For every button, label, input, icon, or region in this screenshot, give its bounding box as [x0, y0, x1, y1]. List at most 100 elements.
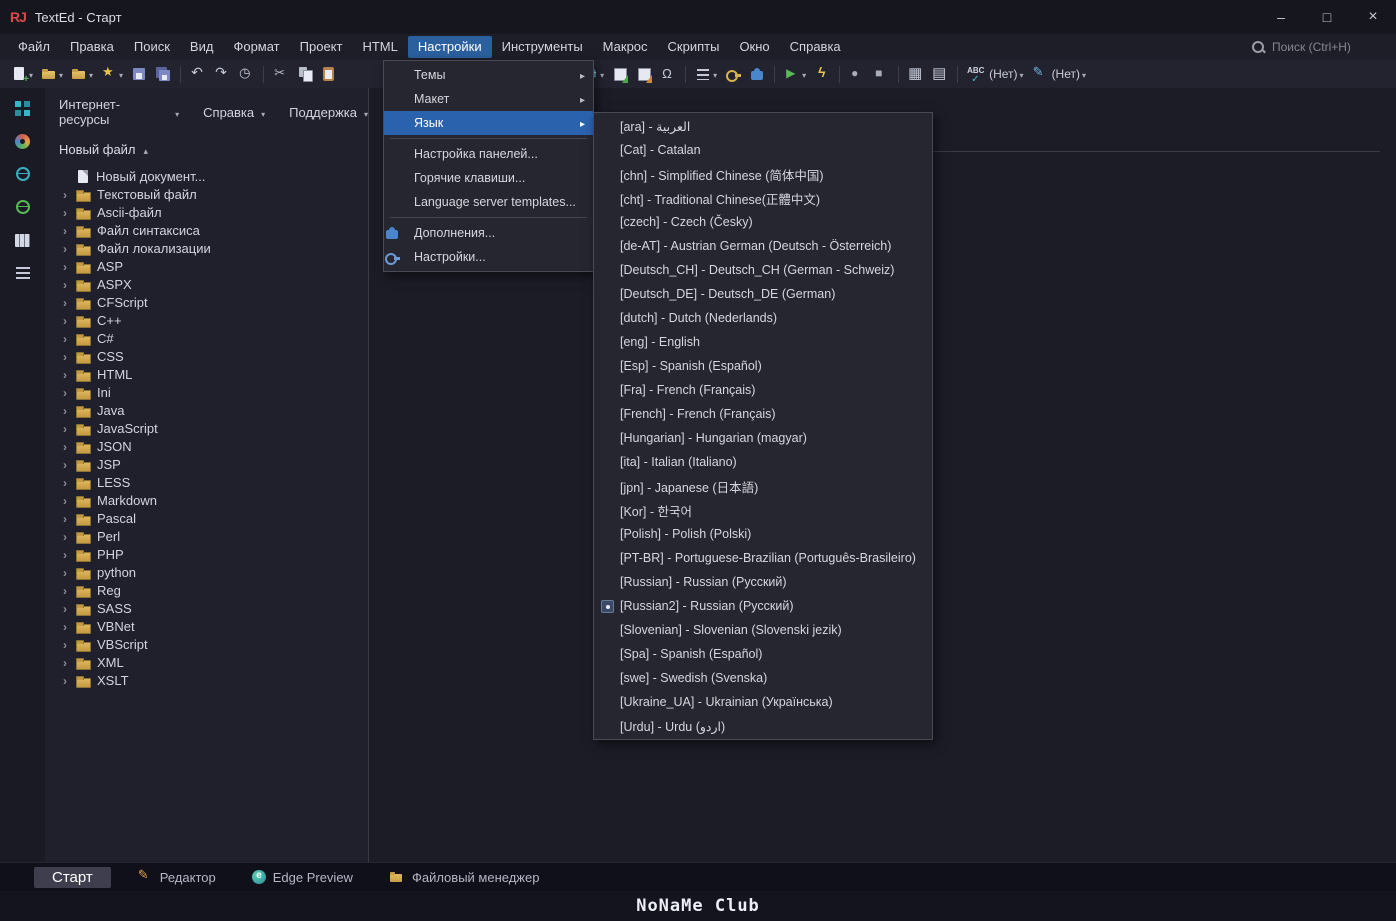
bottom-tab-editor[interactable]: Редактор	[127, 866, 226, 888]
tree-item[interactable]: python	[45, 563, 368, 581]
expand-chevron-icon[interactable]	[59, 439, 71, 454]
tree-item[interactable]: VBNet	[45, 617, 368, 635]
language-item[interactable]: [Hungarian] - Hungarian (magyar)	[594, 426, 932, 450]
redo-button[interactable]	[211, 62, 233, 86]
language-item[interactable]: [Fra] - French (Français)	[594, 378, 932, 402]
expand-chevron-icon[interactable]	[59, 205, 71, 220]
expand-chevron-icon[interactable]	[59, 601, 71, 616]
language-item[interactable]: [PT-BR] - Portuguese-Brazilian (Portuguê…	[594, 546, 932, 570]
language-item[interactable]: [Spa] - Spanish (Español)	[594, 642, 932, 666]
language-item[interactable]: [dutch] - Dutch (Nederlands)	[594, 306, 932, 330]
expand-chevron-icon[interactable]	[59, 421, 71, 436]
panel-tab-internet-resources[interactable]: Интернет-ресурсы	[59, 97, 179, 127]
expand-chevron-icon[interactable]	[59, 385, 71, 400]
expand-chevron-icon[interactable]	[59, 331, 71, 346]
history-button[interactable]	[235, 62, 257, 86]
menu-html[interactable]: HTML	[352, 36, 407, 58]
expand-chevron-icon[interactable]	[59, 529, 71, 544]
tree-item[interactable]: LESS	[45, 473, 368, 491]
tree-item[interactable]: VBScript	[45, 635, 368, 653]
paste-button[interactable]	[318, 62, 340, 86]
expand-chevron-icon[interactable]	[59, 511, 71, 526]
language-item[interactable]: [Slovenian] - Slovenian (Slovenski jezik…	[594, 618, 932, 642]
highlight-style-caret-icon[interactable]	[1082, 65, 1086, 83]
tree-item[interactable]: PHP	[45, 545, 368, 563]
language-item[interactable]: [czech] - Czech (Česky)	[594, 210, 932, 234]
language-item[interactable]: [Polish] - Polish (Polski)	[594, 522, 932, 546]
new-file-section-header[interactable]: Новый файл	[45, 134, 368, 164]
menu-format[interactable]: Формат	[223, 36, 289, 58]
layout-columns-button[interactable]	[7, 228, 39, 252]
settings-menu-item-language[interactable]: Язык	[384, 111, 593, 135]
save-all-button[interactable]	[152, 62, 174, 86]
special-chars-button[interactable]	[657, 62, 679, 86]
text-format-caret-icon[interactable]	[713, 65, 717, 83]
language-item[interactable]: [swe] - Swedish (Svenska)	[594, 666, 932, 690]
expand-chevron-icon[interactable]	[59, 457, 71, 472]
web-resources-button[interactable]	[7, 162, 39, 186]
tree-item[interactable]: ASPX	[45, 275, 368, 293]
expand-chevron-icon[interactable]	[59, 493, 71, 508]
table-tools-button[interactable]	[929, 62, 951, 86]
undo-button[interactable]	[187, 62, 209, 86]
language-item[interactable]: [Kor] - 한국어	[594, 498, 932, 522]
expand-chevron-icon[interactable]	[59, 403, 71, 418]
new-file-caret-icon[interactable]	[29, 65, 33, 83]
tree-item[interactable]: C#	[45, 329, 368, 347]
expand-chevron-icon[interactable]	[59, 295, 71, 310]
export-page-button[interactable]	[609, 62, 631, 86]
expand-chevron-icon[interactable]	[59, 565, 71, 580]
tree-item[interactable]: JavaScript	[45, 419, 368, 437]
tree-item[interactable]: Markdown	[45, 491, 368, 509]
tree-item[interactable]: Ascii-файл	[45, 203, 368, 221]
menu-edit[interactable]: Правка	[60, 36, 124, 58]
language-item[interactable]: [Russian] - Russian (Русский)	[594, 570, 932, 594]
bottom-tab-start[interactable]: Старт	[34, 866, 111, 888]
language-item[interactable]: [Deutsch_DE] - Deutsch_DE (German)	[594, 282, 932, 306]
expand-chevron-icon[interactable]	[59, 187, 71, 202]
settings-menu-item-panels[interactable]: Настройка панелей...	[384, 142, 593, 166]
language-item[interactable]: [de-AT] - Austrian German (Deutsch - Öst…	[594, 234, 932, 258]
highlight-style-button[interactable]: (Нет)	[1029, 62, 1089, 86]
language-item[interactable]: [French] - French (Français)	[594, 402, 932, 426]
notes-list-button[interactable]	[7, 261, 39, 285]
expand-chevron-icon[interactable]	[59, 241, 71, 256]
expand-chevron-icon[interactable]	[59, 367, 71, 382]
save-button[interactable]	[128, 62, 150, 86]
new-file-button[interactable]	[8, 62, 36, 86]
language-item[interactable]: [Ukraine_UA] - Ukrainian (Українська)	[594, 690, 932, 714]
language-item[interactable]: [cht] - Traditional Chinese(正體中文)	[594, 186, 932, 210]
import-page-button[interactable]	[633, 62, 655, 86]
settings-menu-item-lang-server[interactable]: Language server templates...	[384, 190, 593, 214]
expand-chevron-icon[interactable]	[59, 619, 71, 634]
menu-scripts[interactable]: Скрипты	[658, 36, 730, 58]
tree-item[interactable]: SASS	[45, 599, 368, 617]
language-item[interactable]: [Deutsch_CH] - Deutsch_CH (German - Schw…	[594, 258, 932, 282]
expand-chevron-icon[interactable]	[59, 313, 71, 328]
menu-find[interactable]: Поиск	[124, 36, 180, 58]
run-caret-icon[interactable]	[802, 65, 806, 83]
expand-chevron-icon[interactable]	[59, 673, 71, 688]
insert-table-button[interactable]	[905, 62, 927, 86]
search-input[interactable]	[1272, 40, 1382, 54]
panel-tab-help[interactable]: Справка	[203, 97, 265, 127]
record-macro-button[interactable]	[846, 62, 868, 86]
bottom-tab-file-manager[interactable]: Файловый менеджер	[379, 866, 550, 888]
open-file-caret-icon[interactable]	[59, 65, 63, 83]
stop-macro-button[interactable]	[870, 62, 892, 86]
run-button[interactable]	[781, 62, 809, 86]
tree-item[interactable]: Текстовый файл	[45, 185, 368, 203]
menu-project[interactable]: Проект	[290, 36, 353, 58]
tree-item[interactable]: Perl	[45, 527, 368, 545]
cut-button[interactable]	[270, 62, 292, 86]
settings-menu-item-themes[interactable]: Темы	[384, 63, 593, 87]
tree-item[interactable]: C++	[45, 311, 368, 329]
spellcheck-button[interactable]: (Нет)	[964, 62, 1026, 86]
favorites-button[interactable]	[98, 62, 126, 86]
language-item[interactable]: [Russian2] - Russian (Русский)	[594, 594, 932, 618]
tree-item[interactable]: JSON	[45, 437, 368, 455]
tree-item[interactable]: XML	[45, 653, 368, 671]
expand-chevron-icon[interactable]	[59, 223, 71, 238]
copy-button[interactable]	[294, 62, 316, 86]
settings-menu-item-layout[interactable]: Макет	[384, 87, 593, 111]
